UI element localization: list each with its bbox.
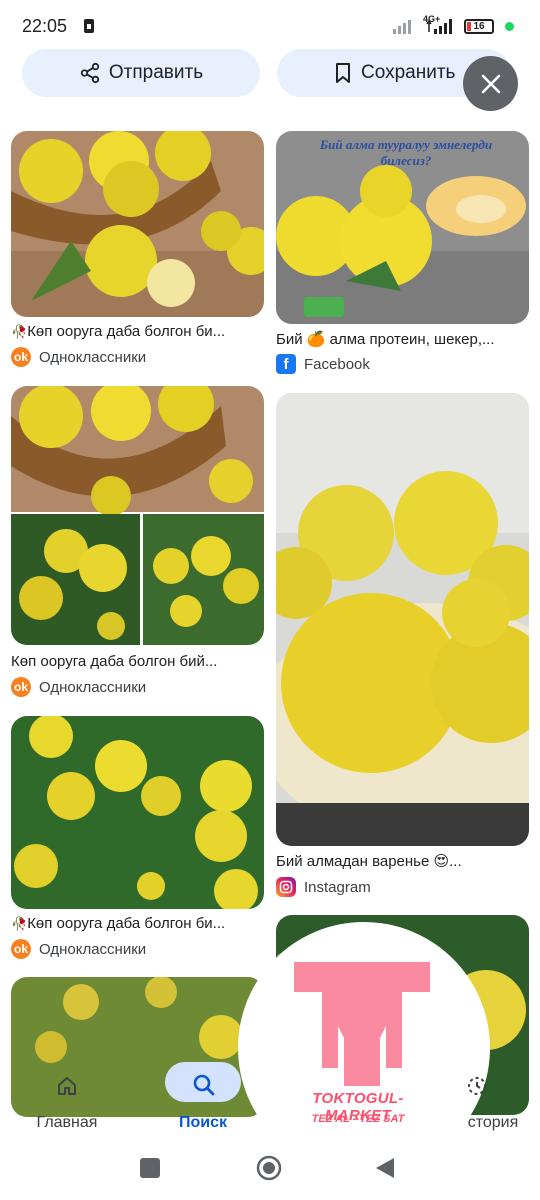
status-bar: 22:05 4G+ 16	[0, 0, 540, 52]
source-label: Facebook	[304, 355, 370, 373]
nav-home-label: Главная	[36, 1114, 98, 1131]
result-source[interactable]: f Facebook	[276, 354, 370, 374]
status-time: 22:05	[22, 16, 68, 36]
nav-search[interactable]: Поиск	[148, 1058, 258, 1140]
sim-card-icon	[84, 19, 94, 33]
result-source[interactable]: ok Одноклассники	[11, 939, 146, 959]
result-source[interactable]: ok Одноклассники	[11, 677, 146, 697]
result-caption[interactable]: 🥀Көп ооруга даба болгон би...	[11, 323, 266, 340]
source-label: Одноклассники	[39, 678, 147, 696]
result-source[interactable]: ok Одноклассники	[11, 347, 146, 367]
quince-collage-image	[11, 386, 264, 645]
save-button-label: Сохранить	[361, 62, 456, 83]
home-button-icon[interactable]	[255, 1154, 283, 1182]
close-icon	[481, 74, 500, 93]
odnoklassniki-icon: ok	[11, 347, 31, 367]
result-image[interactable]	[11, 131, 264, 317]
share-button-label: Отправить	[108, 62, 204, 83]
result-image[interactable]	[11, 716, 264, 909]
quince-basket-image	[11, 131, 264, 317]
source-label: Instagram	[304, 878, 371, 896]
share-icon	[80, 62, 100, 84]
search-icon	[193, 1074, 215, 1096]
facebook-icon: f	[276, 354, 296, 374]
privacy-dot-icon	[505, 22, 514, 31]
nav-history[interactable]: стория	[424, 1058, 534, 1140]
quince-tree-image	[11, 716, 264, 909]
nav-search-label: Поиск	[178, 1114, 227, 1131]
history-icon	[468, 1077, 486, 1095]
screen: 22:05 4G+ 16 Отправить Сохранить 🥀Көп оо…	[0, 0, 540, 1200]
odnoklassniki-icon: ok	[11, 939, 31, 959]
source-label: Одноклассники	[39, 940, 147, 958]
battery-icon: 16	[464, 19, 494, 34]
flower-icon: 🥀	[11, 324, 28, 339]
result-caption[interactable]: 🥀Көп ооруга даба болгон би...	[11, 915, 266, 932]
image-overlay-title: Бий алма тууралуу эмнелерди билесиз?	[319, 137, 493, 168]
result-image[interactable]	[11, 386, 264, 645]
odnoklassniki-icon: ok	[11, 677, 31, 697]
result-caption[interactable]: Көп ооруга даба болгон бий...	[11, 653, 266, 670]
signal-strong-icon	[426, 19, 452, 34]
bottom-navigation: Главная Поиск стория	[0, 1058, 540, 1140]
flower-icon: 🥀	[11, 916, 28, 931]
source-label: Одноклассники	[39, 348, 147, 366]
signal-weak-icon	[393, 20, 411, 34]
result-image[interactable]: Бий алма тууралуу эмнелерди билесиз?	[276, 131, 529, 324]
close-button[interactable]	[463, 56, 518, 111]
instagram-icon	[276, 877, 296, 897]
home-icon	[58, 1077, 76, 1095]
result-caption[interactable]: Бий алмадан варенье 😍...	[276, 852, 529, 870]
quince-bowl-image	[276, 393, 529, 846]
nav-home[interactable]: Главная	[12, 1058, 122, 1140]
nav-history-label: стория	[467, 1114, 519, 1131]
result-source[interactable]: Instagram	[276, 877, 371, 897]
result-caption[interactable]: Бий 🍊 алма протеин, шекер,...	[276, 330, 529, 348]
result-image[interactable]	[276, 393, 529, 846]
share-button[interactable]: Отправить	[22, 49, 260, 97]
bookmark-icon	[336, 63, 350, 83]
system-navigation-bar	[0, 1140, 540, 1200]
recent-apps-button[interactable]	[140, 1158, 160, 1178]
back-button-icon[interactable]	[374, 1156, 396, 1180]
